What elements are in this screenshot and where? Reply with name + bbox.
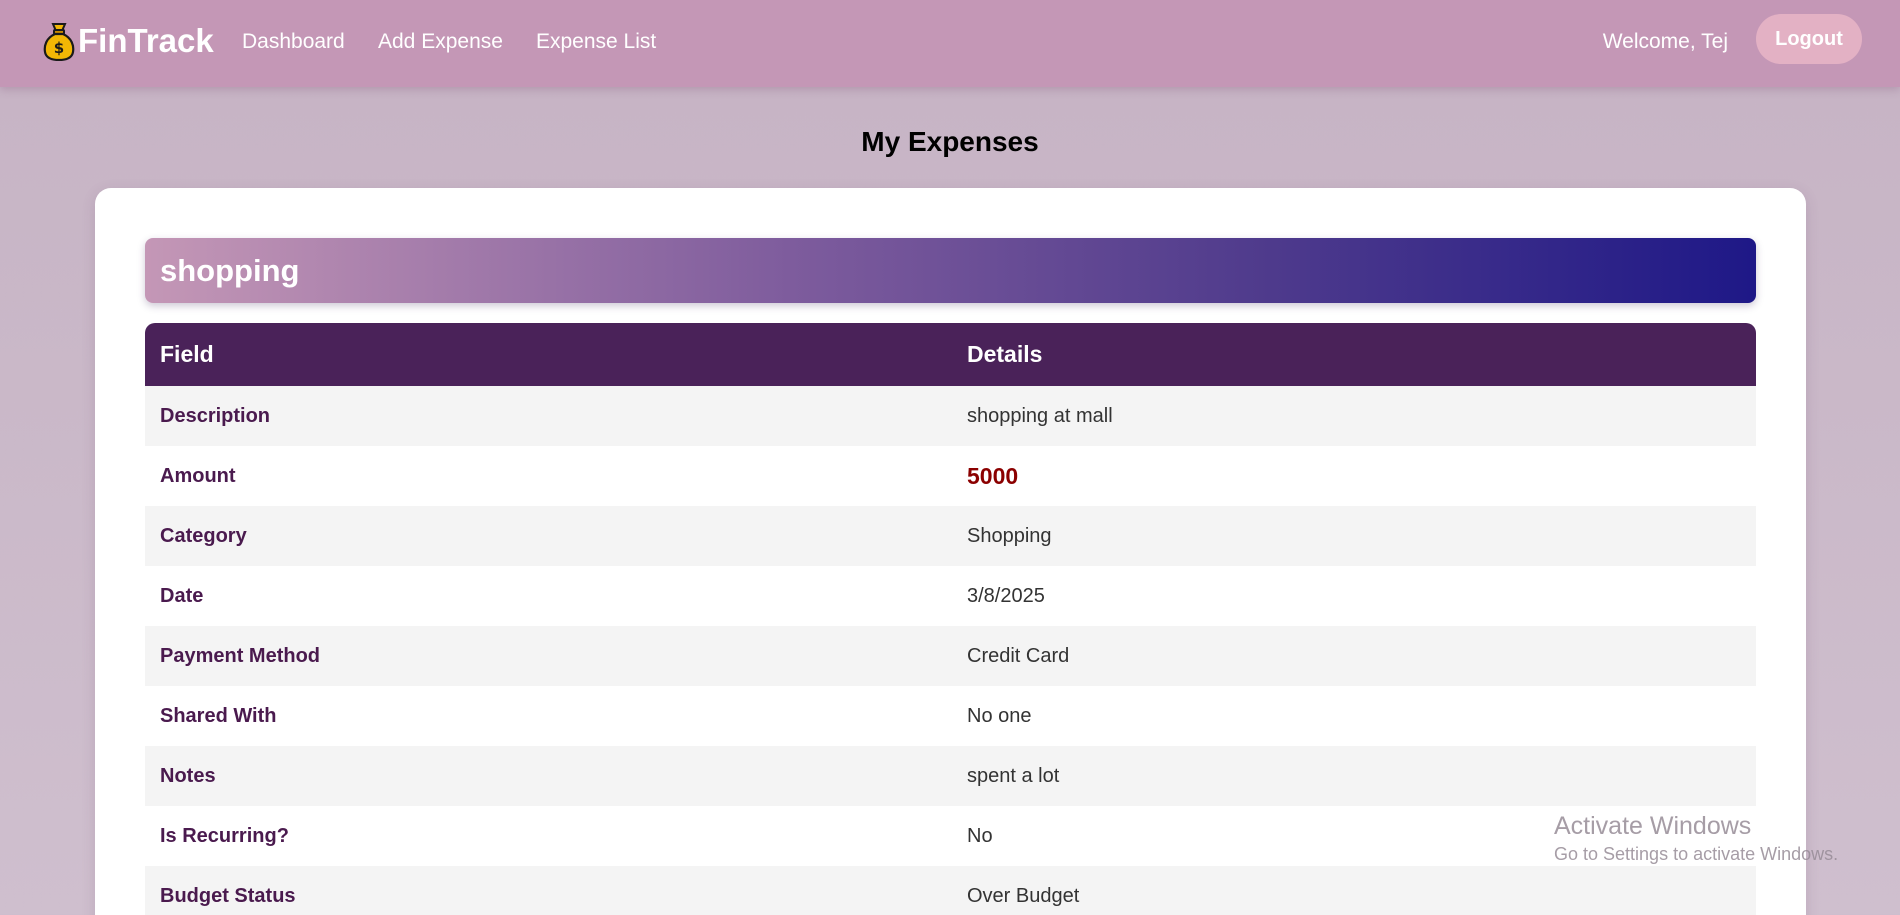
field-label: Shared With	[145, 686, 952, 746]
nav-link-add-expense[interactable]: Add Expense	[378, 29, 503, 55]
field-label: Is Recurring?	[145, 806, 952, 866]
field-label: Description	[145, 386, 952, 446]
expense-card: shopping Field Details Description shopp…	[95, 188, 1806, 915]
table-header-row: Field Details	[145, 323, 1756, 386]
field-value: Credit Card	[952, 626, 1756, 686]
table-row: Amount 5000	[145, 446, 1756, 506]
logout-button[interactable]: Logout	[1756, 14, 1862, 64]
table-row: Notes spent a lot	[145, 746, 1756, 806]
table-row: Budget Status Over Budget	[145, 866, 1756, 915]
brand-logo[interactable]: $ FinTrack	[42, 20, 214, 62]
page-title: My Expenses	[861, 126, 1039, 157]
table-row: Description shopping at mall	[145, 386, 1756, 446]
field-label: Amount	[145, 446, 952, 506]
column-header-details: Details	[952, 323, 1756, 386]
table-row: Payment Method Credit Card	[145, 626, 1756, 686]
top-navbar: $ FinTrack Dashboard Add Expense Expense…	[0, 0, 1900, 87]
table-row: Is Recurring? No	[145, 806, 1756, 866]
field-label: Category	[145, 506, 952, 566]
nav-link-dashboard[interactable]: Dashboard	[242, 29, 345, 55]
expense-header: shopping	[145, 238, 1756, 303]
table-row: Category Shopping	[145, 506, 1756, 566]
field-label: Notes	[145, 746, 952, 806]
field-value: spent a lot	[952, 746, 1756, 806]
table-row: Date 3/8/2025	[145, 566, 1756, 626]
field-value: Shopping	[952, 506, 1756, 566]
field-label: Budget Status	[145, 866, 952, 915]
expense-details-table: Field Details Description shopping at ma…	[145, 323, 1756, 915]
field-value: Over Budget	[952, 866, 1756, 915]
expense-title: shopping	[160, 253, 300, 288]
welcome-text: Welcome, Tej	[1602, 30, 1728, 53]
amount-value: 5000	[952, 446, 1756, 506]
nav-link-expense-list[interactable]: Expense List	[536, 29, 656, 55]
field-value: 3/8/2025	[952, 566, 1756, 626]
column-header-field: Field	[145, 323, 952, 386]
field-label: Payment Method	[145, 626, 952, 686]
field-value: No one	[952, 686, 1756, 746]
table-row: Shared With No one	[145, 686, 1756, 746]
svg-text:$: $	[54, 39, 64, 57]
field-label: Date	[145, 566, 952, 626]
field-value: shopping at mall	[952, 386, 1756, 446]
field-value: No	[952, 806, 1756, 866]
money-bag-icon: $	[42, 21, 76, 62]
brand-name: FinTrack	[78, 22, 214, 59]
